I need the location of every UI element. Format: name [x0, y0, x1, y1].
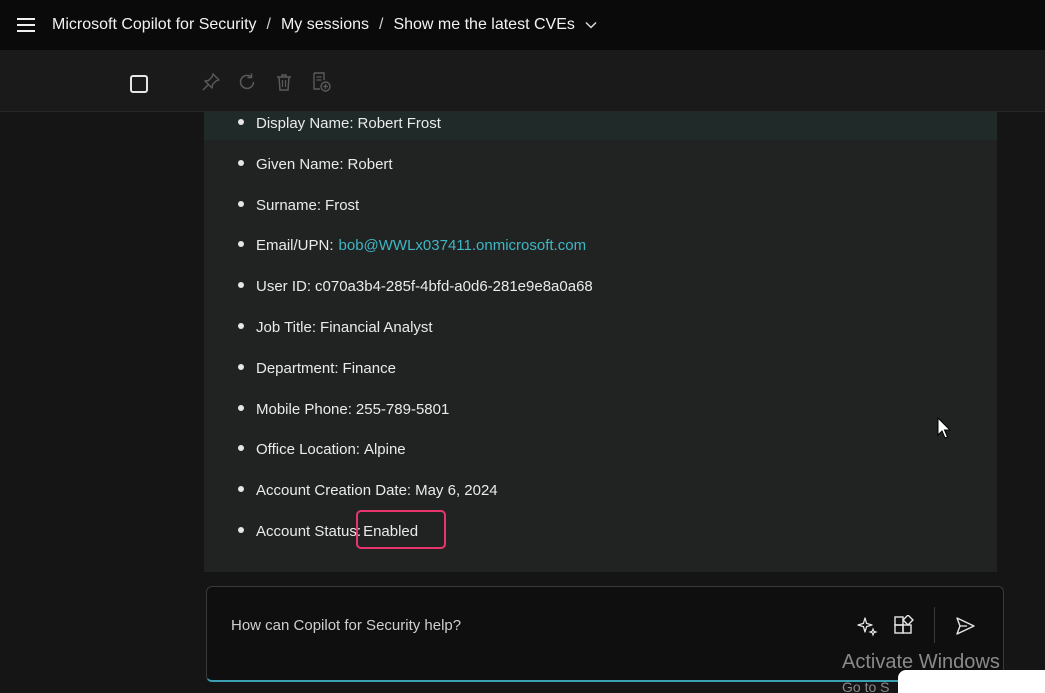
- copilot-app: Microsoft Copilot for Security / My sess…: [0, 0, 1045, 693]
- list-item: Display Name: Robert Frost: [238, 112, 593, 153]
- item-label: Mobile Phone:: [256, 400, 352, 418]
- bullet-marker: [238, 363, 244, 370]
- bullet-marker: [238, 526, 244, 533]
- select-all-checkbox[interactable]: [130, 75, 148, 93]
- breadcrumb-separator: /: [266, 16, 271, 33]
- bullet-marker: [238, 486, 244, 493]
- hamburger-icon: [17, 18, 35, 32]
- activation-watermark-subtitle: Go to S: [842, 679, 890, 693]
- bullet-marker: [238, 282, 244, 289]
- session-dropdown-button[interactable]: [585, 21, 597, 29]
- rerun-button[interactable]: [236, 71, 258, 93]
- list-item: Given Name: Robert: [238, 153, 593, 194]
- list-item: Job Title: Financial Analyst: [238, 316, 593, 357]
- list-item: User ID: c070a3b4-285f-4bfd-a0d6-281e9e8…: [238, 275, 593, 316]
- item-value: 255-789-5801: [355, 400, 450, 418]
- bullet-marker: [238, 119, 244, 125]
- breadcrumb-my-sessions[interactable]: My sessions: [281, 16, 369, 34]
- item-label: Surname:: [256, 196, 322, 214]
- hamburger-menu-button[interactable]: [0, 0, 52, 50]
- send-button[interactable]: [953, 614, 977, 638]
- pin-icon: [202, 73, 220, 91]
- plugins-button[interactable]: [891, 614, 915, 638]
- top-header: Microsoft Copilot for Security / My sess…: [0, 0, 1045, 50]
- item-value: May 6, 2024: [415, 482, 498, 500]
- item-label: Office Location:: [256, 441, 360, 459]
- breadcrumb-separator: /: [379, 16, 384, 33]
- list-item: Mobile Phone: 255-789-5801: [238, 398, 593, 439]
- add-to-pinboard-button[interactable]: [310, 71, 332, 93]
- mouse-pointer-icon: [937, 417, 952, 439]
- composer-divider: [934, 607, 935, 643]
- breadcrumb-session-title[interactable]: Show me the latest CVEs: [393, 16, 574, 34]
- bullet-marker: [238, 445, 244, 452]
- list-item: Department: Finance: [238, 357, 593, 398]
- breadcrumb-app[interactable]: Microsoft Copilot for Security: [52, 16, 257, 34]
- item-value: Alpine: [363, 441, 406, 459]
- sparkle-icon: [857, 617, 878, 637]
- item-label: Job Title:: [256, 318, 317, 336]
- pin-button[interactable]: [200, 71, 222, 93]
- list-item: Surname: Frost: [238, 194, 593, 235]
- item-value: Financial Analyst: [320, 318, 433, 336]
- chevron-down-icon: [585, 21, 597, 29]
- session-toolbar: [0, 50, 1045, 112]
- refresh-icon: [239, 73, 255, 90]
- item-value: Frost: [325, 196, 360, 214]
- list-item: Email/UPN: bob@WWLx037411.onmicrosoft.co…: [238, 234, 593, 275]
- item-label: Department:: [256, 359, 339, 377]
- corner-popup: [898, 670, 1045, 693]
- add-pinboard-icon: [313, 72, 331, 92]
- bullet-marker: [238, 200, 244, 207]
- account-status-value-wrap: Enabled: [356, 509, 447, 549]
- apps-grid-icon: [894, 615, 914, 634]
- send-icon: [956, 617, 975, 635]
- list-item: Office Location: Alpine: [238, 438, 593, 479]
- item-label: Account Status:: [256, 522, 362, 540]
- prompt-input[interactable]: [231, 613, 791, 637]
- prompt-suggestions-button[interactable]: [855, 614, 879, 638]
- bullet-marker: [238, 404, 244, 411]
- bullet-marker: [238, 159, 244, 166]
- item-label: User ID:: [256, 278, 312, 296]
- item-label: Email/UPN:: [256, 237, 334, 255]
- bullet-marker: [238, 241, 244, 248]
- item-value: Finance: [342, 359, 396, 377]
- account-status-value: Enabled: [363, 522, 419, 540]
- breadcrumb: Microsoft Copilot for Security / My sess…: [52, 16, 597, 34]
- item-label: Given Name:: [256, 155, 344, 173]
- item-value: c070a3b4-285f-4bfd-a0d6-281e9e8a0a68: [315, 278, 593, 296]
- delete-icon: [277, 74, 291, 91]
- bullet-marker: [238, 322, 244, 329]
- item-value: Robert: [347, 155, 393, 173]
- item-label: Display Name:: [256, 115, 354, 132]
- item-value: Robert Frost: [357, 115, 441, 132]
- user-details-list: Display Name: Robert Frost Given Name: R…: [238, 112, 593, 561]
- delete-button[interactable]: [273, 71, 295, 93]
- email-link[interactable]: bob@WWLx037411.onmicrosoft.com: [339, 235, 587, 256]
- list-item: Account Creation Date: May 6, 2024: [238, 479, 593, 520]
- response-card: Display Name: Robert Frost Given Name: R…: [204, 112, 997, 572]
- list-item: Account Status: Enabled: [238, 509, 593, 561]
- item-label: Account Creation Date:: [256, 482, 412, 500]
